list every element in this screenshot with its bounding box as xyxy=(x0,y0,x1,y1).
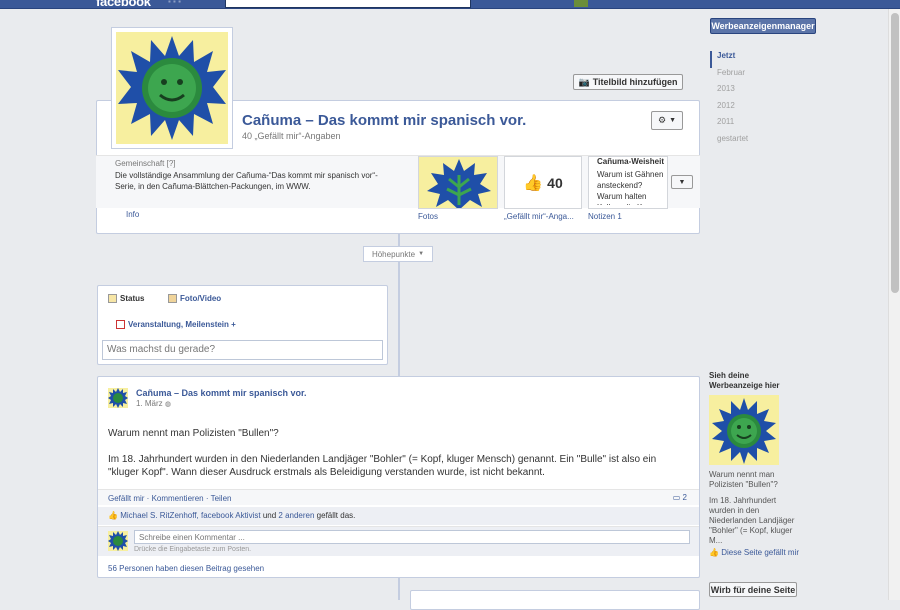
photo-thumbnail xyxy=(419,157,497,208)
timeline-year-nav: Jetzt Februar 2013 2012 2011 gestartet xyxy=(710,51,770,150)
gear-icon: ⚙ xyxy=(657,115,667,125)
add-cover-label: Titelbild hinzufügen xyxy=(592,77,678,87)
status-icon xyxy=(108,294,117,303)
photos-label[interactable]: Fotos xyxy=(418,212,438,221)
comment-input[interactable]: Schreibe einen Kommentar ... xyxy=(134,530,690,544)
ad-like-link[interactable]: 👍 Diese Seite gefällt mir xyxy=(709,548,799,558)
search-input[interactable] xyxy=(225,0,471,8)
photo-icon xyxy=(168,294,177,303)
post-likes-summary: 👍 Michael S. RitZenhoff, facebook Aktivi… xyxy=(98,507,699,525)
notes-tile-body: Warum ist Gähnen ansteckend? Warum halte… xyxy=(597,170,664,205)
tab-status[interactable]: Status xyxy=(108,294,144,303)
likers-others[interactable]: 2 anderen xyxy=(278,511,314,520)
thumbs-up-icon: 👍 xyxy=(523,174,544,192)
comment-icon: ▭ xyxy=(672,493,681,502)
year-item-february[interactable]: Februar xyxy=(710,68,770,85)
post-composer: Status Foto/Video Veranstaltung, Meilens… xyxy=(97,285,388,365)
ad-preview: Sieh deine Werbeanzeige hier Warum nennt… xyxy=(709,371,799,558)
top-right-links[interactable] xyxy=(592,0,892,4)
category-help[interactable]: [?] xyxy=(167,159,176,168)
comment-area: Schreibe einen Kommentar ... Drücke die … xyxy=(98,526,699,556)
page-title[interactable]: Cañuma – Das kommt mir spanisch vor. xyxy=(242,112,526,129)
post-body: Im 18. Jahrhundert wurden in den Niederl… xyxy=(108,454,657,478)
tab-event-label: Veranstaltung, Meilenstein + xyxy=(128,320,236,329)
add-cover-button[interactable]: 📷 Titelbild hinzufügen xyxy=(573,74,683,90)
likes-tile[interactable]: 👍 40 xyxy=(504,156,582,209)
likes-suffix: gefällt das. xyxy=(316,511,356,520)
year-item-started[interactable]: gestartet xyxy=(710,134,770,151)
notification-icons[interactable]: ▪ ▪ ▪ xyxy=(168,0,208,6)
notes-label[interactable]: Notizen 1 xyxy=(588,212,622,221)
info-link[interactable]: Info xyxy=(126,210,139,219)
calendar-icon xyxy=(116,320,125,329)
tab-status-label: Status xyxy=(120,294,145,303)
highlights-label: Höhepunkte xyxy=(371,249,416,259)
page-likes-count[interactable]: 40 „Gefällt mir“-Angaben xyxy=(242,131,341,141)
tab-event-milestone[interactable]: Veranstaltung, Meilenstein + xyxy=(116,320,236,329)
more-tiles-button[interactable]: ▼ xyxy=(671,175,693,189)
scrollbar-thumb[interactable] xyxy=(891,13,899,293)
photos-tile[interactable] xyxy=(418,156,498,209)
thumbs-up-icon: 👍 xyxy=(108,511,118,520)
post-date-text: 1. März xyxy=(136,399,163,408)
next-post-card xyxy=(410,590,700,610)
comments-count-number: 2 xyxy=(682,493,687,502)
status-input[interactable]: Was machst du gerade? xyxy=(102,340,383,360)
like-link[interactable]: Gefällt mir xyxy=(108,494,144,503)
ad-question: Warum nennt man Polizisten "Bullen"? xyxy=(709,470,778,489)
likes-tile-label[interactable]: „Gefällt mir“-Anga... xyxy=(504,212,574,221)
comment-hint: Drücke die Eingabetaste zum Posten. xyxy=(134,546,252,553)
thumbs-up-icon: 👍 xyxy=(709,548,719,557)
post-date[interactable]: 1. März ◍ xyxy=(136,399,171,408)
ad-like-text: Diese Seite gefällt mir xyxy=(721,548,800,557)
canuma-sun-logo xyxy=(116,32,228,144)
page-category: Gemeinschaft [?] xyxy=(115,159,176,168)
camera-icon: 📷 xyxy=(578,76,590,87)
profile-picture[interactable] xyxy=(111,27,233,149)
year-item-now[interactable]: Jetzt xyxy=(710,51,770,68)
globe-icon: ◍ xyxy=(164,401,172,408)
likes-tile-number: 40 xyxy=(547,174,563,191)
year-item-2013[interactable]: 2013 xyxy=(710,84,770,101)
notes-count: 1 xyxy=(617,212,622,221)
post-seen-count[interactable]: 56 Personen haben diesen Beitrag gesehen xyxy=(108,564,264,573)
page-description: Die vollständige Ansammlung der Cañuma-“… xyxy=(115,171,378,191)
post-actions: Gefällt mir · Kommentieren · Teilen ▭ 2 xyxy=(98,489,699,505)
facebook-logo[interactable]: facebook xyxy=(96,0,151,9)
chevron-down-icon: ▼ xyxy=(669,117,676,124)
promote-page-button[interactable]: Wirb für deine Seite xyxy=(709,582,797,597)
tab-photo-label: Foto/Video xyxy=(180,294,222,303)
category-label: Gemeinschaft xyxy=(115,159,165,168)
commenter-avatar xyxy=(108,531,128,551)
ad-body: Im 18. Jahrhundert wurden in den Niederl… xyxy=(709,496,795,545)
timeline-post: Cañuma – Das kommt mir spanisch vor. 1. … xyxy=(97,376,700,578)
post-question: Warum nennt man Polizisten "Bullen"? xyxy=(108,428,279,439)
share-link[interactable]: Teilen xyxy=(211,494,232,503)
ads-manager-button[interactable]: Werbeanzeigenmanager xyxy=(710,18,816,34)
page-settings-button[interactable]: ⚙ ▼ xyxy=(651,111,683,130)
scrollbar[interactable] xyxy=(888,9,900,600)
chevron-down-icon: ▼ xyxy=(418,251,425,257)
ad-title[interactable]: Sieh deine Werbeanzeige hier xyxy=(709,371,799,391)
highlights-dropdown[interactable]: Höhepunkte ▼ xyxy=(363,246,433,262)
notes-tile-title: Cañuma-Weisheit xyxy=(597,157,664,166)
comments-count[interactable]: ▭ 2 xyxy=(673,493,687,502)
likes-and: und xyxy=(262,511,277,520)
post-author[interactable]: Cañuma – Das kommt mir spanisch vor. xyxy=(136,388,307,398)
year-item-2011[interactable]: 2011 xyxy=(710,117,770,134)
post-author-avatar[interactable] xyxy=(108,388,128,408)
post-text: Warum nennt man Polizisten "Bullen"? Im … xyxy=(108,427,688,479)
user-avatar[interactable] xyxy=(574,0,588,7)
top-navigation-bar: facebook ▪ ▪ ▪ xyxy=(0,0,900,9)
notes-label-text: Notizen xyxy=(588,212,616,221)
tab-photo-video[interactable]: Foto/Video xyxy=(168,294,221,303)
comment-link[interactable]: Kommentieren xyxy=(152,494,204,503)
ad-image[interactable] xyxy=(709,395,779,465)
likers-names[interactable]: Michael S. RitZenhoff, facebook Aktivist xyxy=(120,511,260,520)
year-item-2012[interactable]: 2012 xyxy=(710,101,770,118)
chevron-down-icon: ▼ xyxy=(678,178,686,186)
